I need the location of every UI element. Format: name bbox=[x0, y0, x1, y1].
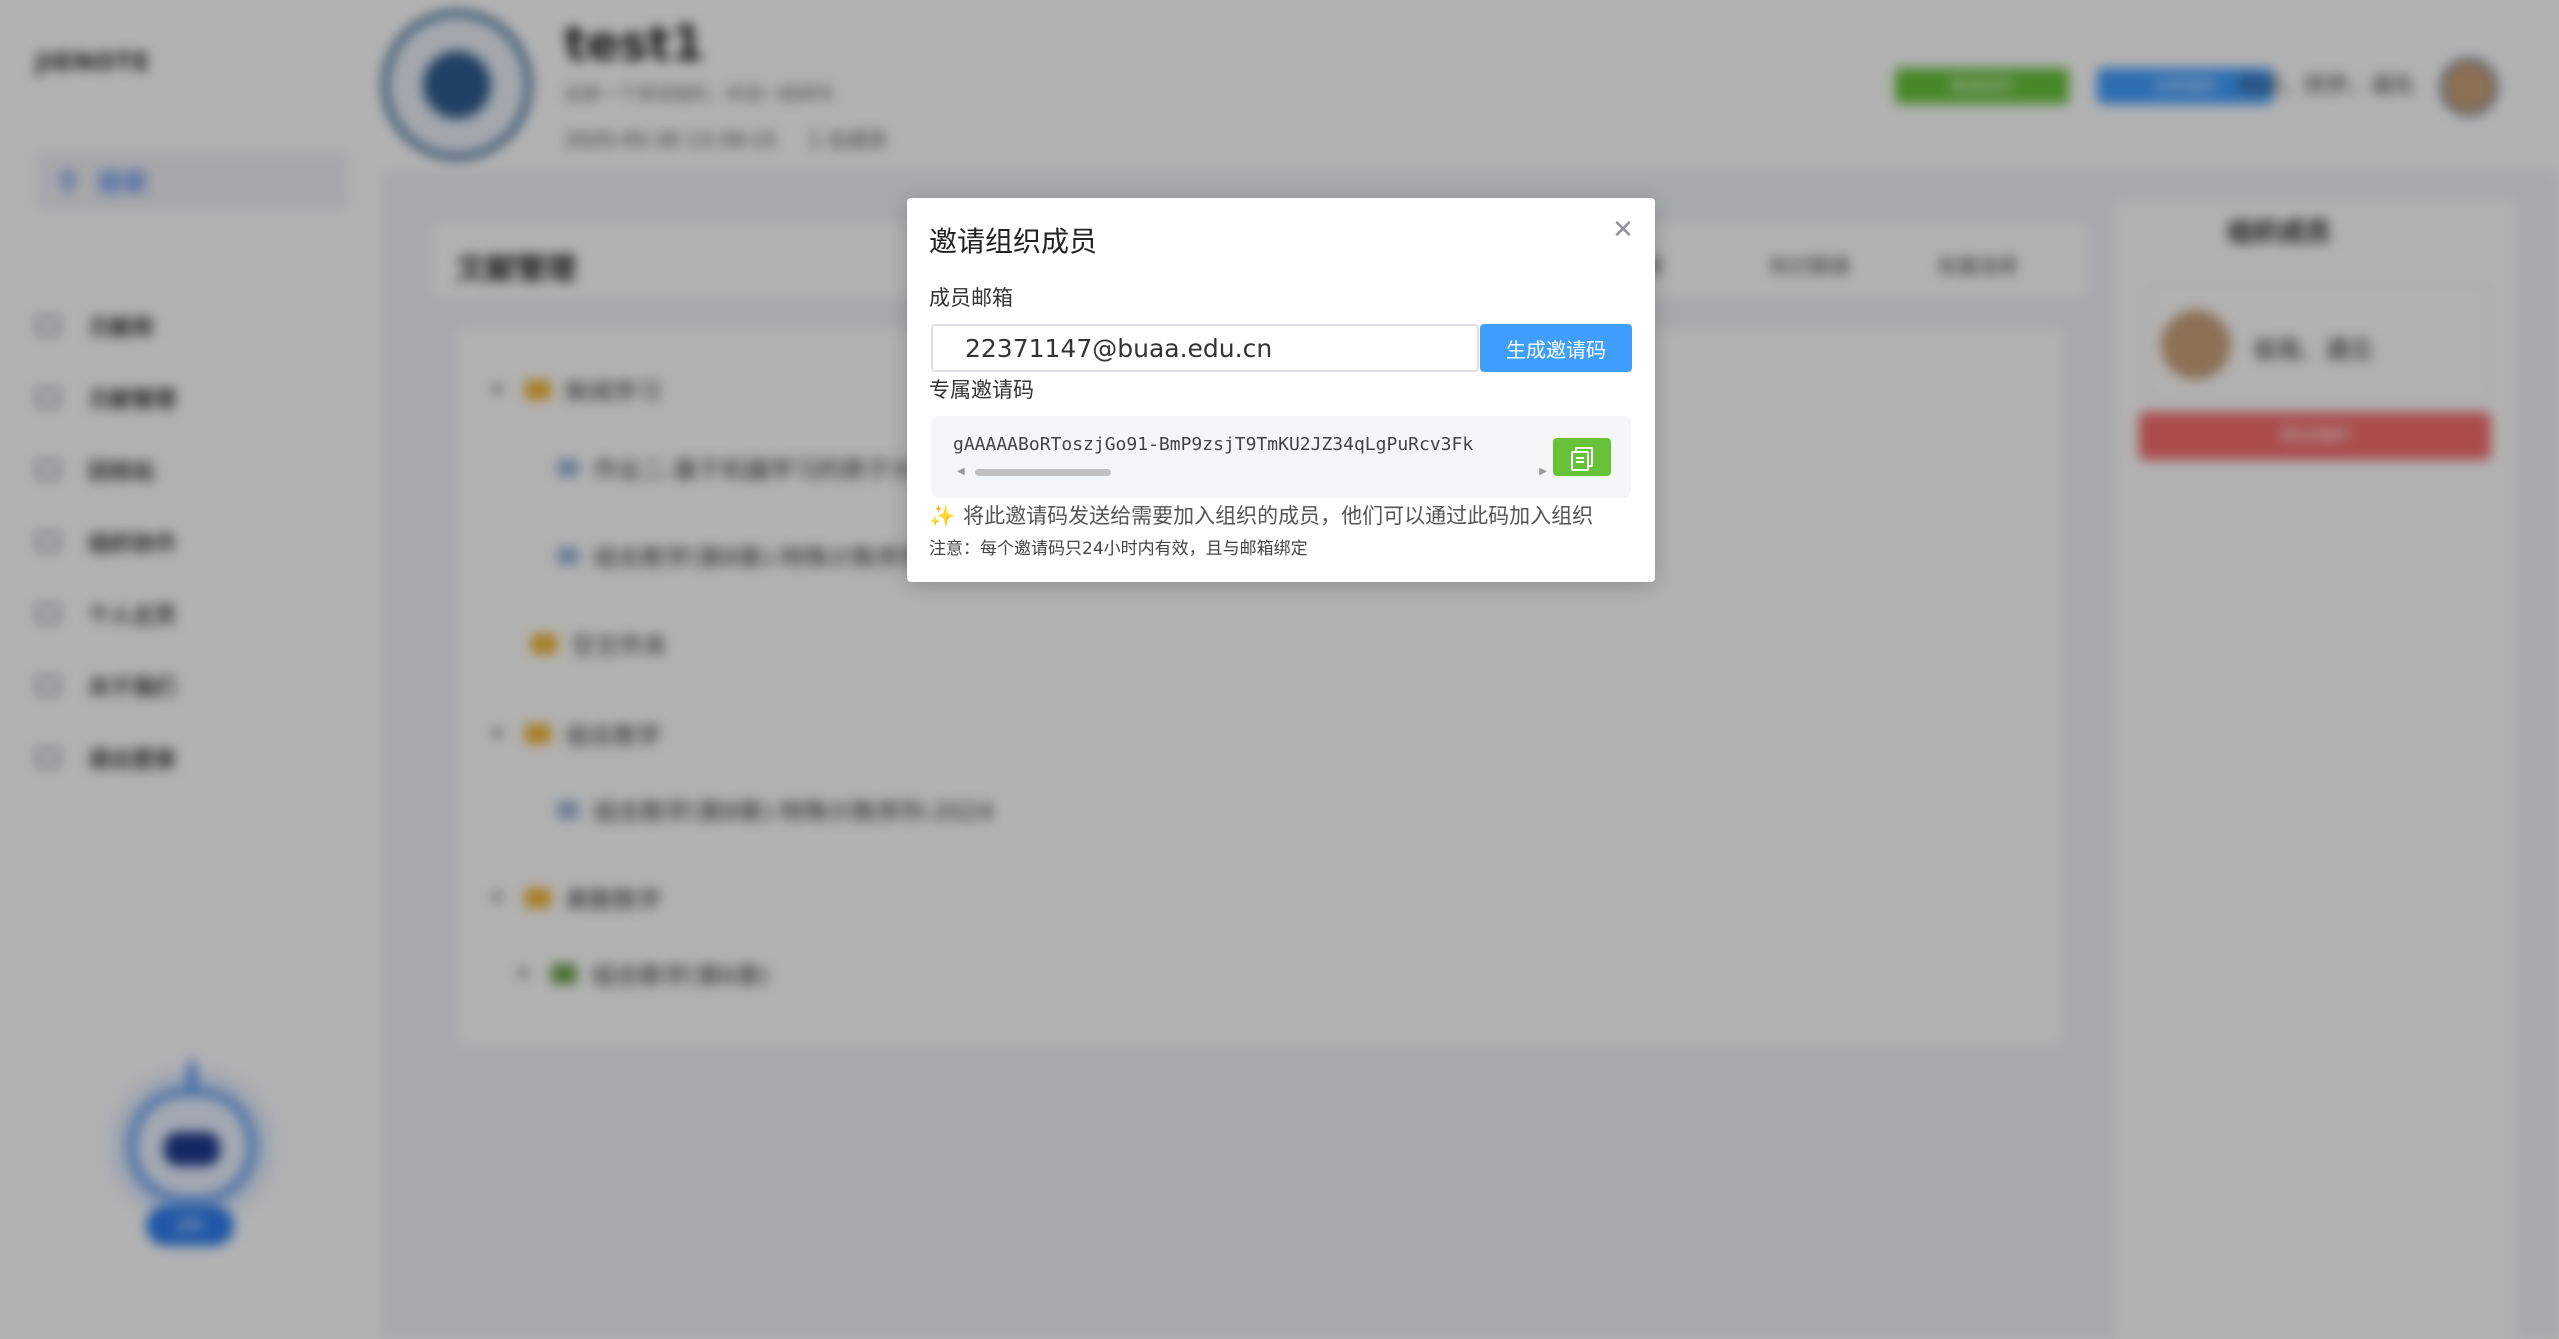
copy-icon bbox=[1571, 451, 1589, 471]
sparkle-icon: ✨ bbox=[929, 504, 956, 528]
close-icon[interactable]: ✕ bbox=[1607, 214, 1639, 246]
scrollbar-thumb[interactable] bbox=[975, 469, 1111, 476]
invite-member-dialog: 邀请组织成员 ✕ 成员邮箱 生成邀请码 专属邀请码 gAAAAABoRToszj… bbox=[907, 198, 1655, 582]
code-label: 专属邀请码 bbox=[929, 378, 1034, 402]
invite-code-text: gAAAAABoRToszjGo91-BmP9zsjT9TmKU2JZ34qLg… bbox=[953, 434, 1474, 455]
dialog-title: 邀请组织成员 bbox=[929, 225, 1098, 258]
code-scrollbar[interactable]: ◀ ▶ bbox=[957, 466, 1547, 478]
invite-code-box: gAAAAABoRToszjGo91-BmP9zsjT9TmKU2JZ34qLg… bbox=[931, 416, 1631, 498]
invite-hint: ✨ 将此邀请码发送给需要加入组织的成员，他们可以通过此码加入组织 bbox=[929, 504, 1594, 528]
scroll-left-icon[interactable]: ◀ bbox=[957, 466, 965, 478]
generate-code-button[interactable]: 生成邀请码 bbox=[1480, 324, 1632, 372]
scroll-right-icon[interactable]: ▶ bbox=[1539, 466, 1547, 478]
email-field[interactable] bbox=[931, 324, 1479, 372]
invite-note: 注意：每个邀请码只24小时内有效，且与邮箱绑定 bbox=[929, 539, 1308, 559]
email-label: 成员邮箱 bbox=[929, 286, 1013, 310]
copy-button[interactable] bbox=[1553, 438, 1611, 476]
